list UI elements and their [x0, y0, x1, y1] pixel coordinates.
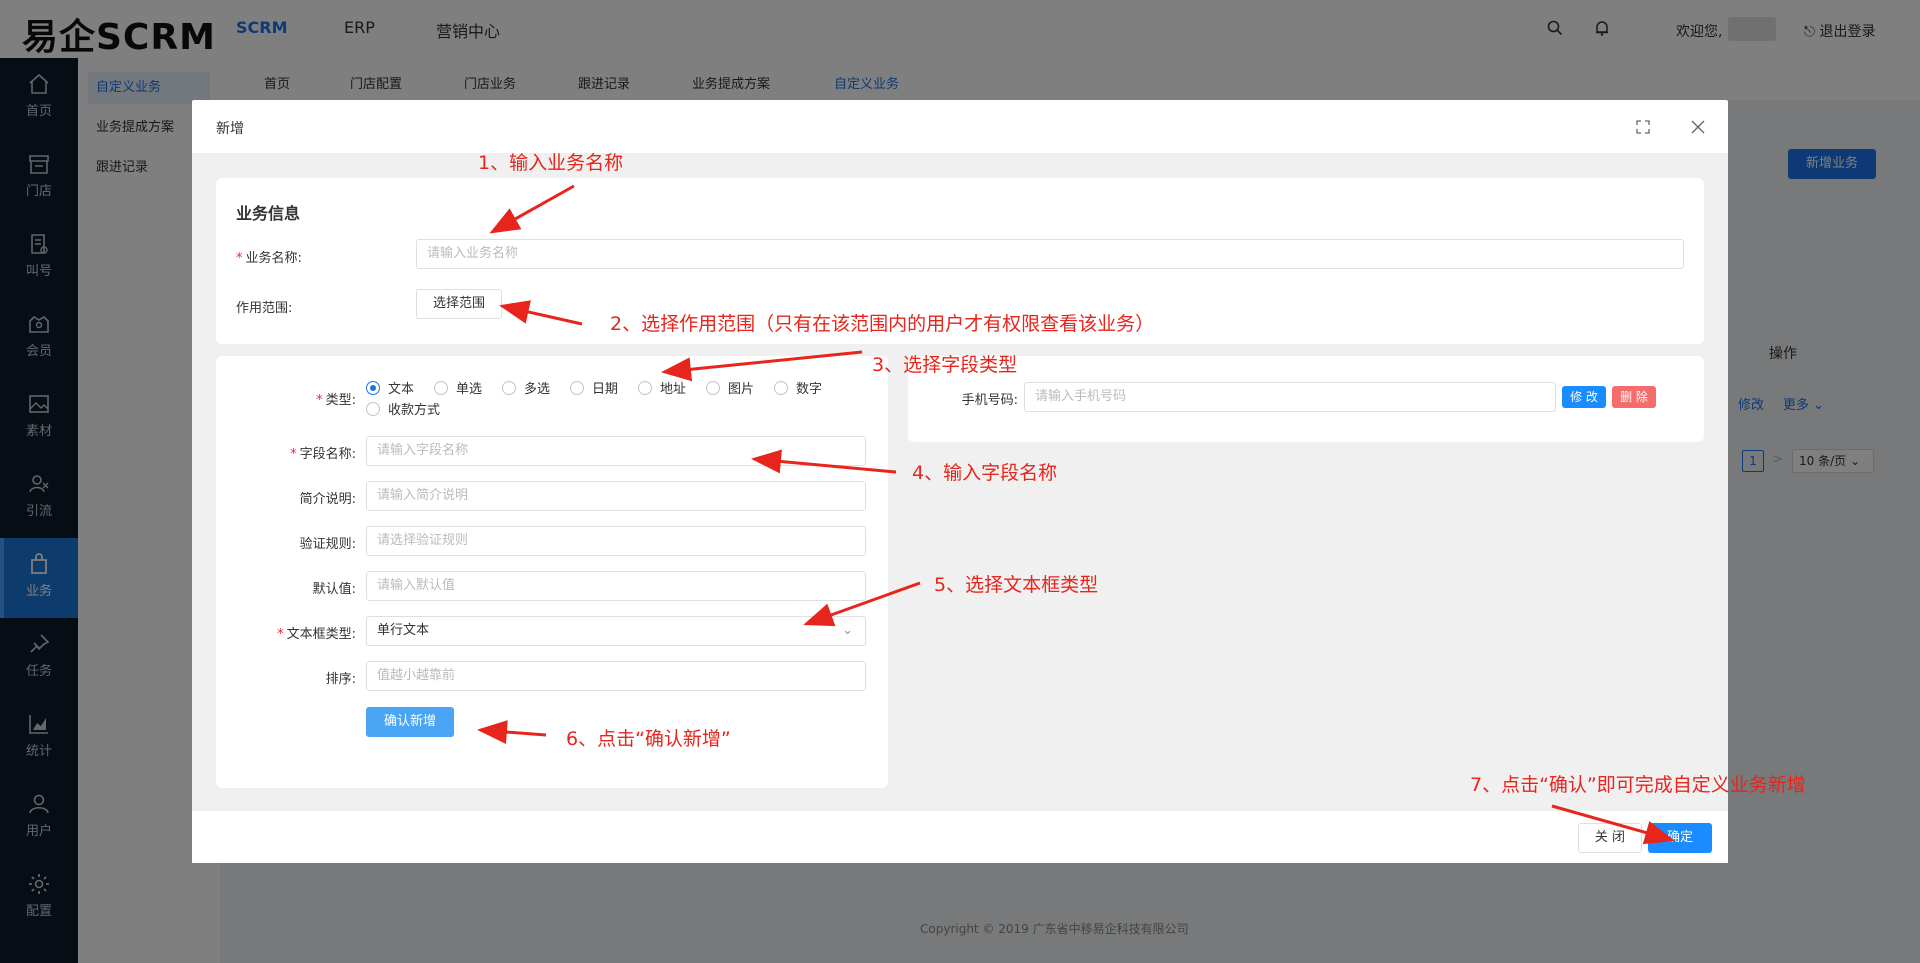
default-value-input[interactable]: 请输入默认值 [366, 571, 866, 601]
sort-label: 排序: [325, 672, 356, 687]
annotation-1: 1、输入业务名称 [478, 152, 624, 174]
field-preview-card: 手机号码: 请输入手机号码 修 改 删 除 [908, 356, 1704, 442]
annotation-7: 7、点击“确认”即可完成自定义业务新增 [1470, 774, 1806, 796]
rule-label: 验证规则: [299, 537, 356, 552]
default-label: 默认值: [312, 582, 356, 597]
phone-input[interactable]: 请输入手机号码 [1024, 382, 1556, 412]
annotation-2: 2、选择作用范围（只有在该范围内的用户才有权限查看该业务） [610, 313, 1155, 335]
dialog-footer: 关 闭 确定 [192, 810, 1728, 863]
type-radio-text[interactable]: 文本 [366, 378, 414, 397]
type-radio-image[interactable]: 图片 [706, 378, 754, 397]
validation-rule-input[interactable]: 请选择验证规则 [366, 526, 866, 556]
type-radio-payment[interactable]: 收款方式 [366, 399, 440, 418]
edit-field-button[interactable]: 修 改 [1562, 386, 1606, 408]
ok-button[interactable]: 确定 [1648, 823, 1712, 853]
close-button[interactable]: 关 闭 [1578, 823, 1642, 853]
section-title: 业务信息 [236, 204, 301, 223]
dialog-header: 新增 [192, 100, 1728, 154]
textbox-type-label: * 文本框类型: [277, 627, 356, 642]
phone-label: 手机号码: [961, 393, 1018, 408]
description-input[interactable]: 请输入简介说明 [366, 481, 866, 511]
annotation-5: 5、选择文本框类型 [934, 574, 1099, 596]
type-radio-multi[interactable]: 多选 [502, 378, 550, 397]
annotation-6: 6、点击“确认新增” [566, 728, 731, 750]
sort-input[interactable]: 值越小越靠前 [366, 661, 866, 691]
delete-field-button[interactable]: 删 除 [1612, 386, 1656, 408]
type-label: * 类型: [316, 393, 356, 408]
type-radio-number[interactable]: 数字 [774, 378, 822, 397]
annotation-4: 4、输入字段名称 [912, 462, 1058, 484]
select-scope-button[interactable]: 选择范围 [416, 289, 502, 319]
dialog-title: 新增 [216, 121, 244, 137]
chevron-down-icon: ⌄ [842, 623, 853, 638]
annotation-3: 3、选择字段类型 [872, 354, 1018, 376]
confirm-add-button[interactable]: 确认新增 [366, 707, 454, 737]
type-radio-single[interactable]: 单选 [434, 378, 482, 397]
field-name-input[interactable]: 请输入字段名称 [366, 436, 866, 466]
desc-label: 简介说明: [299, 492, 356, 507]
fullscreen-icon[interactable] [1636, 120, 1650, 134]
business-name-input[interactable]: 请输入业务名称 [416, 239, 1684, 269]
biz-name-label: * 业务名称: [236, 251, 302, 266]
scope-label: 作用范围: [236, 301, 293, 316]
type-radio-date[interactable]: 日期 [570, 378, 618, 397]
type-radio-address[interactable]: 地址 [638, 378, 686, 397]
field-name-label: * 字段名称: [290, 447, 356, 462]
close-icon[interactable] [1691, 120, 1705, 134]
textbox-type-select[interactable]: 单行文本 ⌄ [366, 616, 866, 646]
field-config-card: * 类型: 文本 单选 多选 日期 地址 图片 数字 收款方式 * 字段名称: 请输… [216, 356, 888, 788]
